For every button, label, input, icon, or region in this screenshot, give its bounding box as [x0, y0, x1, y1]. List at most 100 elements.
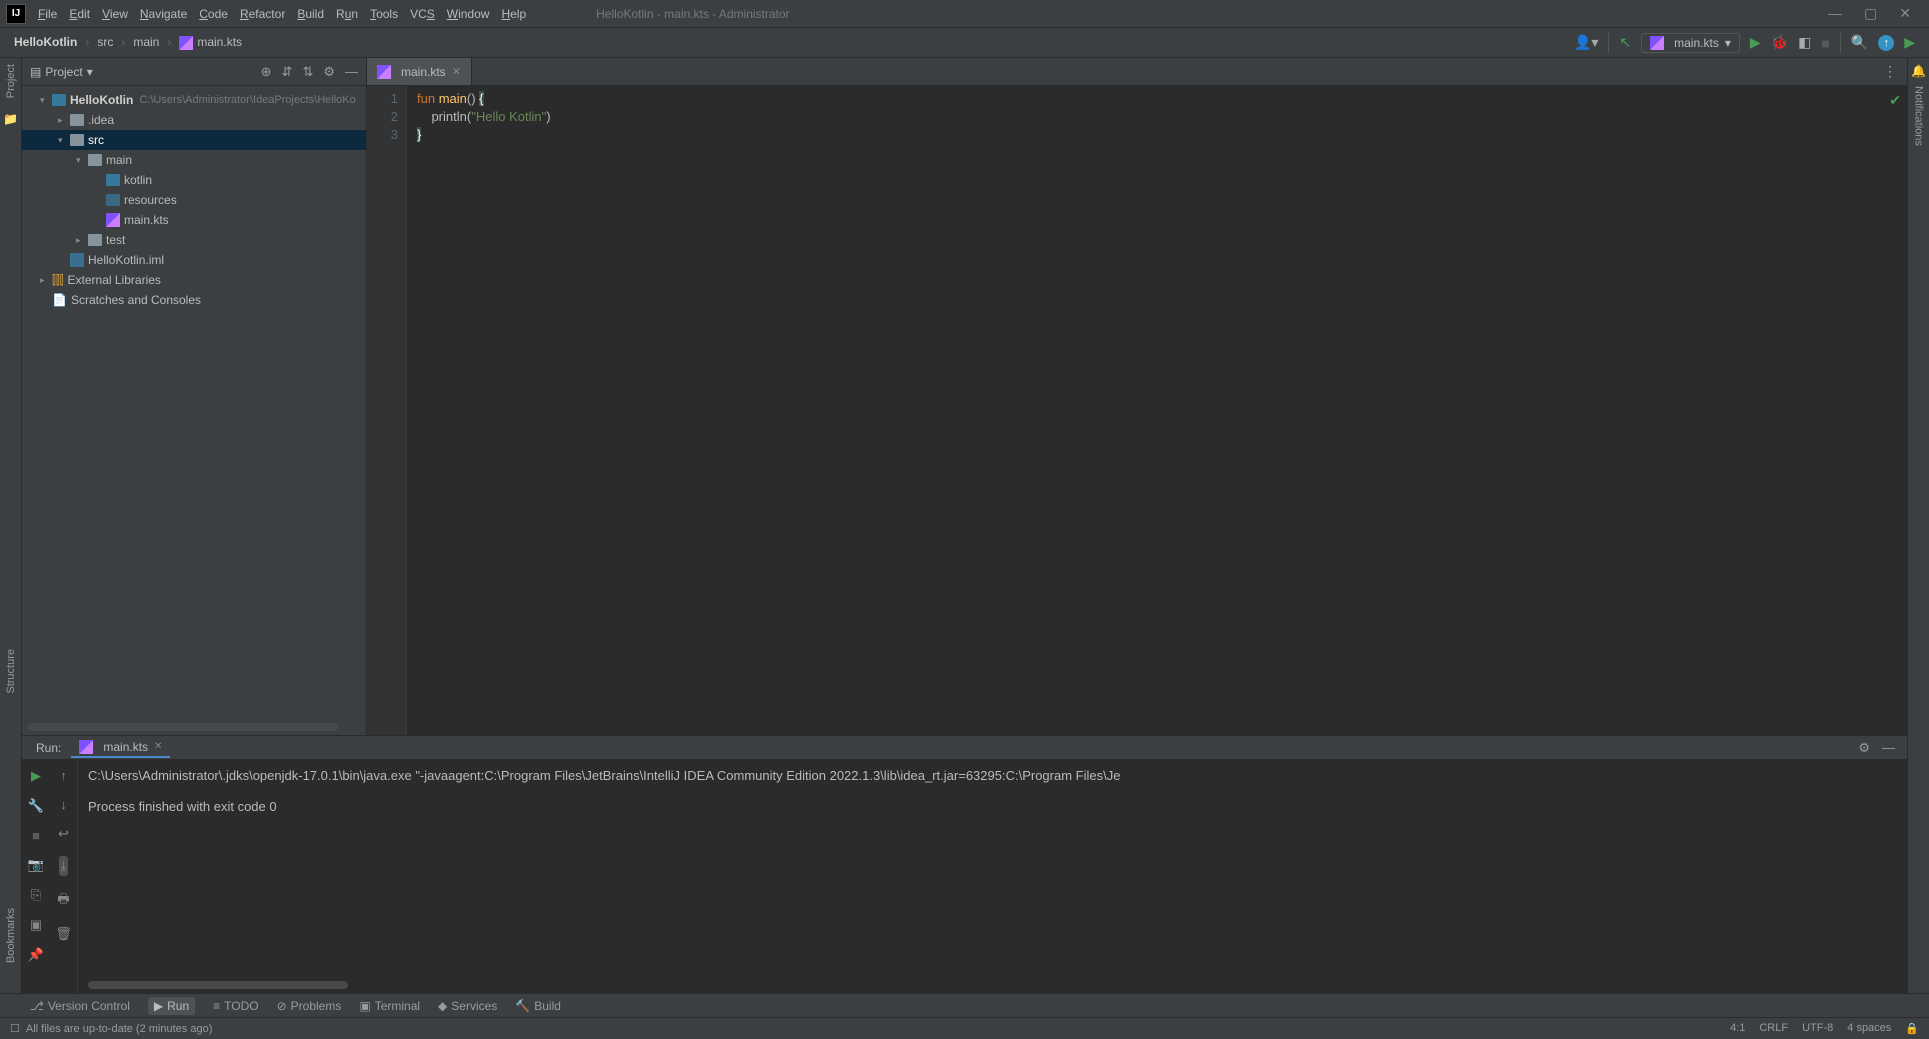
- tree-external-libraries[interactable]: ▸ ⫿⫿⫿ External Libraries: [22, 270, 366, 290]
- scroll-to-end-icon[interactable]: ⤓: [59, 856, 69, 876]
- chevron-down-icon[interactable]: ▾: [76, 155, 88, 166]
- folder-icon: [70, 134, 84, 146]
- breadcrumb-src[interactable]: src: [97, 35, 113, 49]
- build-tool-button[interactable]: 🔨Build: [515, 999, 561, 1013]
- update-icon[interactable]: ↑: [1878, 35, 1894, 51]
- todo-tool-button[interactable]: ≡TODO: [213, 999, 258, 1013]
- menu-refactor[interactable]: Refactor: [240, 7, 285, 21]
- file-encoding[interactable]: UTF-8: [1802, 1022, 1833, 1035]
- close-icon[interactable]: ✕: [452, 65, 461, 78]
- chevron-right-icon[interactable]: ▸: [58, 115, 70, 126]
- terminal-tool-button[interactable]: ▣Terminal: [359, 999, 420, 1013]
- stop-icon[interactable]: ■: [1821, 35, 1829, 51]
- hammer-icon[interactable]: ↖: [1619, 34, 1631, 51]
- debug-icon[interactable]: 🐞: [1771, 34, 1788, 51]
- menu-vcs[interactable]: VCS: [410, 7, 435, 21]
- tree-kotlin[interactable]: kotlin: [22, 170, 366, 190]
- rerun-icon[interactable]: ▶: [31, 768, 41, 784]
- run-tab[interactable]: main.kts ✕: [71, 738, 170, 758]
- run-config-selector[interactable]: main.kts ▾: [1641, 33, 1740, 53]
- dump-icon[interactable]: 📷: [28, 857, 44, 873]
- more-icon[interactable]: ⋮: [1883, 63, 1907, 80]
- project-tool-button[interactable]: Project: [5, 64, 17, 98]
- select-opened-file-icon[interactable]: ⊕: [261, 64, 272, 80]
- notifications-icon[interactable]: 🔔: [1911, 64, 1926, 78]
- layout-icon[interactable]: ▣: [30, 917, 42, 933]
- tree-src[interactable]: ▾ src: [22, 130, 366, 150]
- chevron-right-icon[interactable]: ▸: [76, 235, 88, 246]
- gear-icon[interactable]: ⚙: [1858, 740, 1870, 756]
- clear-icon[interactable]: 🗑: [55, 926, 72, 942]
- tree-main[interactable]: ▾ main: [22, 150, 366, 170]
- menu-code[interactable]: Code: [199, 7, 228, 21]
- notifications-tool-button[interactable]: Notifications: [1913, 86, 1925, 146]
- folder-icon[interactable]: 📁: [3, 112, 18, 126]
- tree-iml[interactable]: HelloKotlin.iml: [22, 250, 366, 270]
- close-icon[interactable]: ✕: [154, 741, 162, 752]
- wrench-icon[interactable]: 🔧: [28, 798, 44, 814]
- menu-build[interactable]: Build: [297, 7, 324, 21]
- problems-tool-button[interactable]: ⊘Problems: [277, 999, 342, 1013]
- close-icon[interactable]: ✕: [1899, 5, 1911, 22]
- down-icon[interactable]: ↓: [60, 797, 67, 812]
- gear-icon[interactable]: ⚙: [323, 64, 335, 80]
- menu-edit[interactable]: Edit: [69, 7, 90, 21]
- menu-run[interactable]: Run: [336, 7, 358, 21]
- editor-body[interactable]: 1 2 3 fun main() { println("Hello Kotlin…: [367, 86, 1907, 735]
- project-view-selector[interactable]: ▤ Project ▾: [30, 65, 93, 79]
- collapse-all-icon[interactable]: ⇅: [302, 64, 313, 80]
- search-icon[interactable]: 🔍: [1851, 34, 1868, 51]
- tree-idea[interactable]: ▸ .idea: [22, 110, 366, 130]
- coverage-icon[interactable]: ◧: [1798, 34, 1811, 51]
- navigation-bar: HelloKotlin › src › main › main.kts 👤▾ ↖…: [0, 28, 1929, 58]
- code-area[interactable]: fun main() { println("Hello Kotlin") }: [407, 86, 551, 735]
- stop-icon[interactable]: ■: [32, 828, 40, 843]
- source-folder-icon: [106, 174, 120, 186]
- tree-resources[interactable]: resources: [22, 190, 366, 210]
- print-icon[interactable]: 🖶: [57, 890, 69, 912]
- minimize-icon[interactable]: —: [1828, 5, 1842, 22]
- ide-play-icon[interactable]: ▶: [1904, 34, 1915, 51]
- indent-config[interactable]: 4 spaces: [1847, 1022, 1891, 1035]
- caret-position[interactable]: 4:1: [1730, 1022, 1745, 1035]
- horizontal-scrollbar[interactable]: [88, 981, 348, 989]
- editor-tab-mainkts[interactable]: main.kts ✕: [367, 58, 472, 85]
- run-output[interactable]: C:\Users\Administrator\.jdks\openjdk-17.…: [78, 760, 1907, 993]
- tree-scratches[interactable]: 📄 Scratches and Consoles: [22, 290, 366, 310]
- chevron-down-icon[interactable]: ▾: [40, 95, 52, 106]
- run-tool-button[interactable]: ▶Run: [148, 997, 195, 1015]
- soft-wrap-icon[interactable]: ↩: [58, 826, 69, 842]
- services-tool-button[interactable]: ◆Services: [438, 999, 497, 1013]
- structure-tool-button[interactable]: Structure: [5, 649, 17, 694]
- bookmarks-tool-button[interactable]: Bookmarks: [5, 908, 17, 963]
- lock-icon[interactable]: 🔒: [1905, 1022, 1919, 1035]
- breadcrumb-file[interactable]: main.kts: [179, 35, 242, 50]
- line-separator[interactable]: CRLF: [1759, 1022, 1788, 1035]
- hide-icon[interactable]: —: [1882, 740, 1895, 756]
- version-control-button[interactable]: ⎇Version Control: [30, 999, 130, 1013]
- run-icon[interactable]: ▶: [1750, 34, 1761, 51]
- menu-help[interactable]: Help: [501, 7, 526, 21]
- menu-window[interactable]: Window: [447, 7, 490, 21]
- chevron-right-icon[interactable]: ▸: [40, 275, 52, 286]
- hide-icon[interactable]: —: [345, 64, 358, 80]
- pin-icon[interactable]: 📌: [28, 947, 44, 963]
- menu-file[interactable]: FFileile: [38, 7, 57, 21]
- maximize-icon[interactable]: ▢: [1864, 5, 1877, 22]
- breadcrumb-main[interactable]: main: [133, 35, 159, 49]
- tree-test[interactable]: ▸ test: [22, 230, 366, 250]
- expand-all-icon[interactable]: ⇵: [282, 64, 293, 80]
- menu-tools[interactable]: Tools: [370, 7, 398, 21]
- add-user-icon[interactable]: 👤▾: [1574, 34, 1598, 51]
- tree-mainkts[interactable]: main.kts: [22, 210, 366, 230]
- menu-navigate[interactable]: Navigate: [140, 7, 187, 21]
- tree-root[interactable]: ▾ HelloKotlin C:\Users\Administrator\Ide…: [22, 90, 366, 110]
- horizontal-scrollbar[interactable]: [28, 723, 338, 731]
- inspection-ok-icon[interactable]: ✔: [1889, 92, 1901, 109]
- project-tree[interactable]: ▾ HelloKotlin C:\Users\Administrator\Ide…: [22, 86, 366, 735]
- chevron-down-icon[interactable]: ▾: [58, 135, 70, 146]
- breadcrumb-project[interactable]: HelloKotlin: [14, 35, 77, 49]
- exit-icon[interactable]: ⎘: [31, 887, 41, 903]
- up-icon[interactable]: ↑: [60, 768, 67, 783]
- menu-view[interactable]: View: [102, 7, 128, 21]
